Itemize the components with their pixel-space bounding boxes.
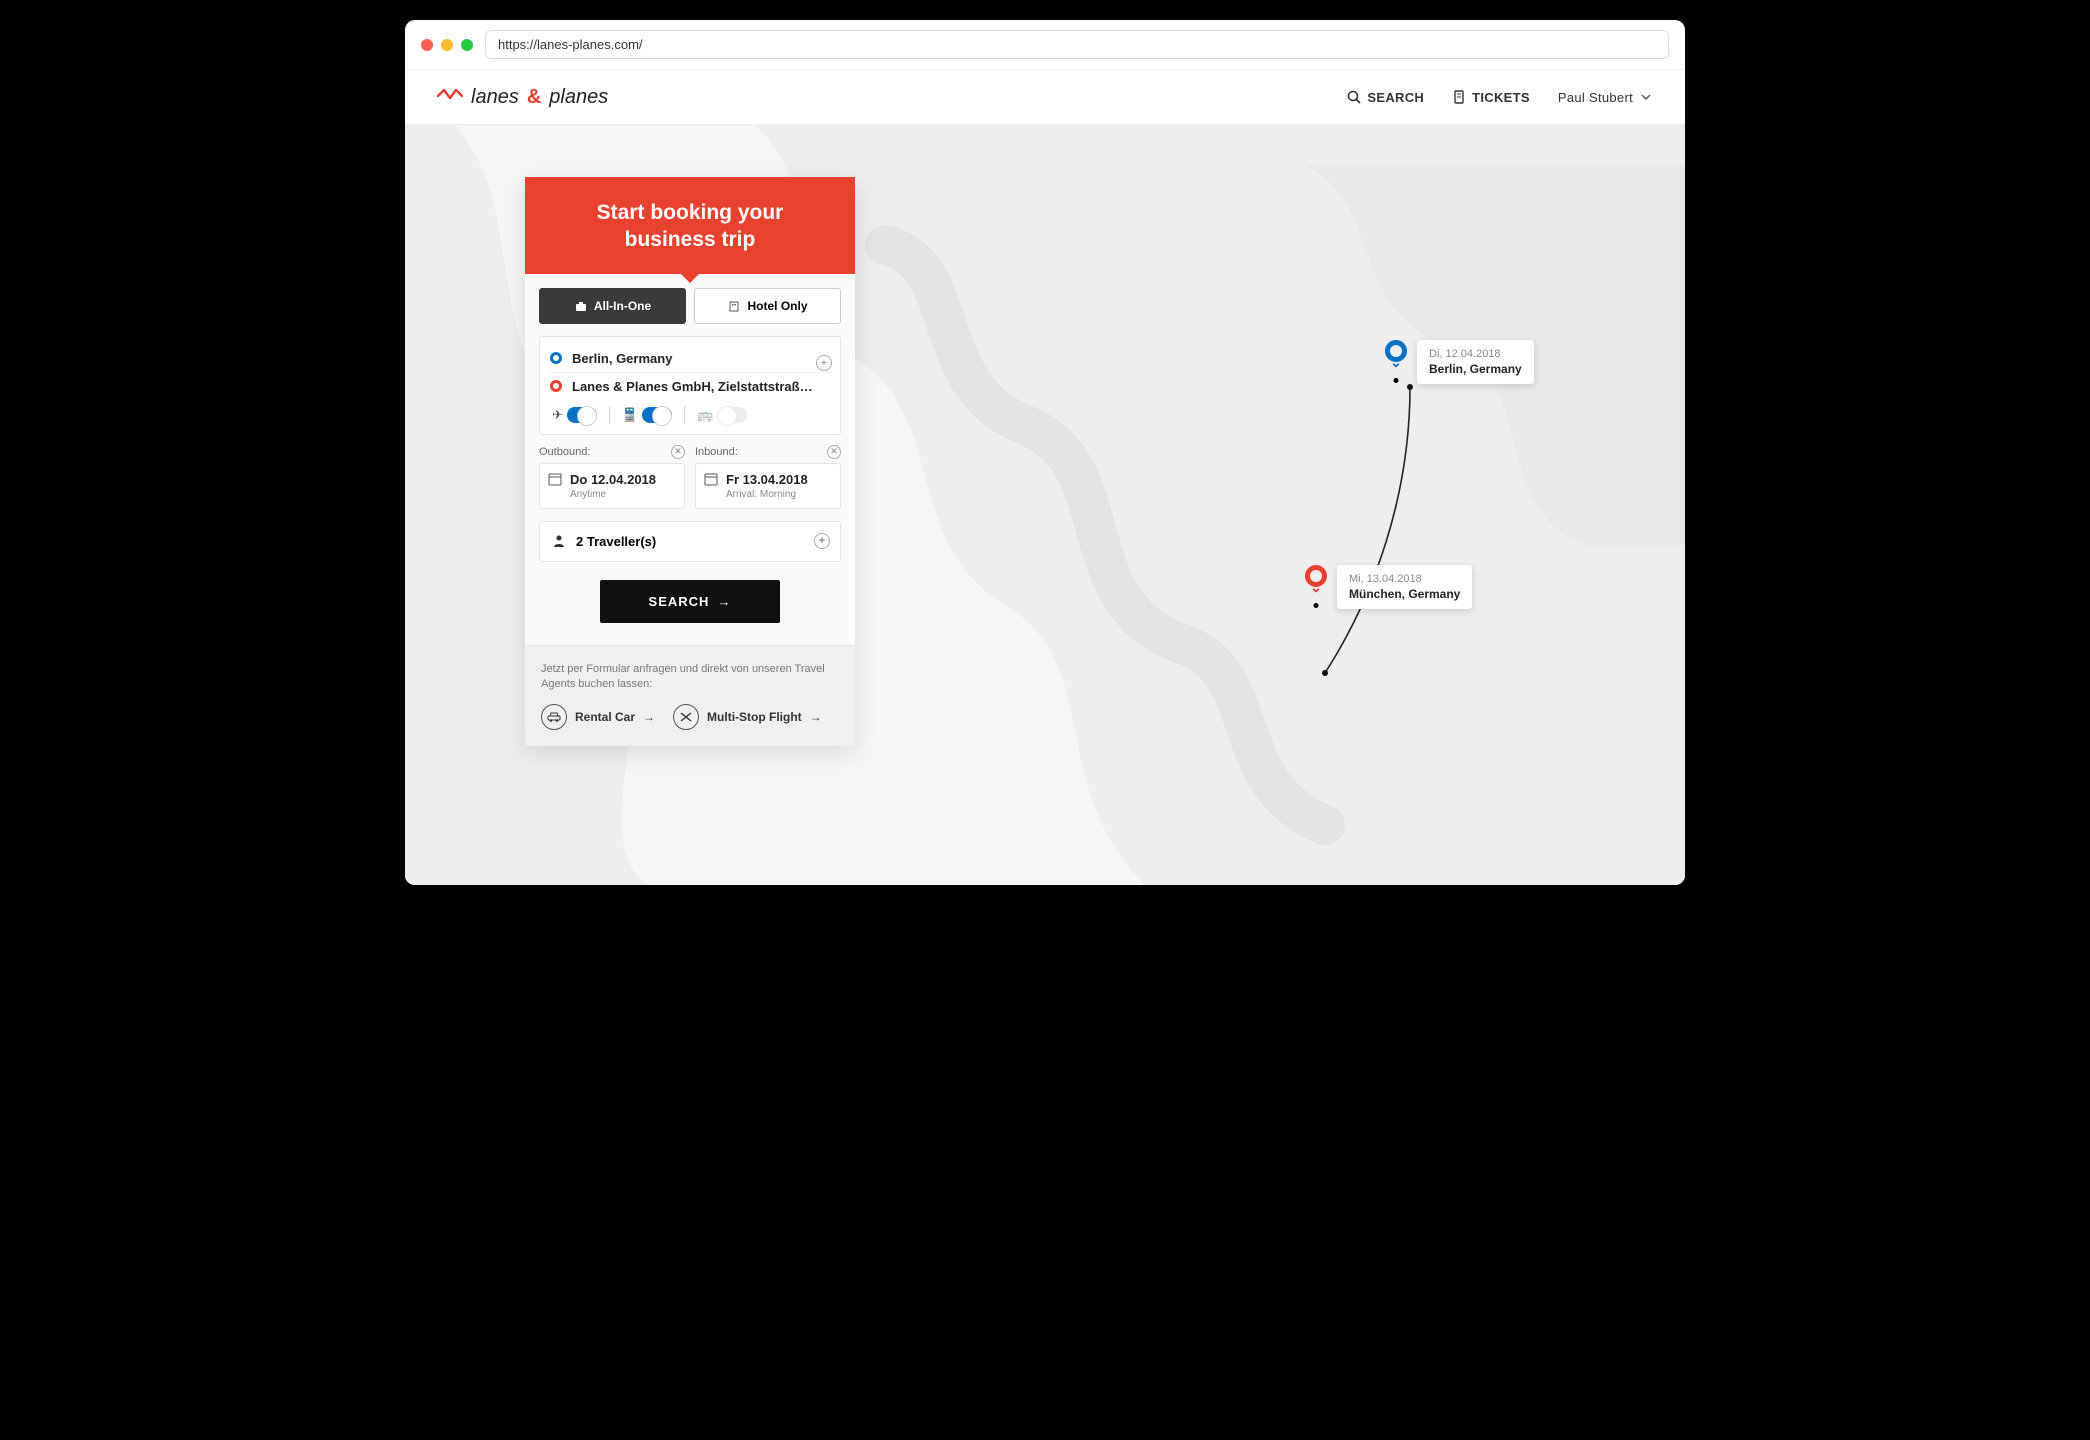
nav-tickets-label: TICKETS bbox=[1472, 90, 1530, 105]
calendar-icon bbox=[704, 472, 718, 486]
clear-inbound-button[interactable]: ✕ bbox=[827, 445, 841, 459]
card-title-line1: Start booking your bbox=[545, 199, 835, 226]
arrow-right-icon: → bbox=[810, 710, 822, 724]
outbound-column: Outbound: ✕ Do 12.04.2018 Anytime bbox=[539, 445, 685, 509]
travellers-input[interactable]: 2 Traveller(s) + bbox=[539, 521, 841, 562]
destination-dot-icon bbox=[550, 380, 562, 392]
multi-stop-icon bbox=[673, 704, 699, 730]
close-window-icon[interactable] bbox=[421, 39, 433, 51]
outbound-label: Outbound: bbox=[539, 446, 590, 458]
ticket-icon bbox=[1452, 90, 1466, 104]
card-title-line2: business trip bbox=[545, 226, 835, 253]
divider bbox=[684, 406, 685, 424]
person-icon bbox=[552, 534, 566, 548]
origin-dot-icon bbox=[550, 352, 562, 364]
car-icon bbox=[541, 704, 567, 730]
arrow-right-icon: → bbox=[717, 594, 731, 609]
transport-modes: ✈ 🚆 🚌 bbox=[550, 400, 830, 426]
logo-mark-icon bbox=[437, 84, 463, 110]
train-icon: 🚆 bbox=[622, 407, 638, 423]
origin-date: Di, 12.04.2018 bbox=[1429, 348, 1522, 360]
url-bar[interactable]: https://lanes-planes.com/ bbox=[485, 30, 1669, 59]
clear-outbound-button[interactable]: ✕ bbox=[671, 445, 685, 459]
nav-tickets[interactable]: TICKETS bbox=[1452, 90, 1530, 105]
destination-date: Mi, 13.04.2018 bbox=[1349, 573, 1460, 585]
divider bbox=[609, 406, 610, 424]
plane-toggle[interactable] bbox=[567, 407, 597, 423]
mode-train[interactable]: 🚆 bbox=[622, 407, 672, 423]
quick-links: Rental Car → Multi-Stop Flight → bbox=[541, 704, 839, 730]
tab-hotel-label: Hotel Only bbox=[747, 299, 807, 313]
browser-window: https://lanes-planes.com/ lanes & planes… bbox=[405, 20, 1685, 885]
brand-amp: & bbox=[527, 86, 541, 109]
header-nav: SEARCH TICKETS Paul Stubert bbox=[1347, 90, 1653, 105]
destination-value: Lanes & Planes GmbH, Zielstattstraß… bbox=[572, 379, 813, 394]
chevron-down-icon bbox=[1639, 90, 1653, 104]
arrow-right-icon: → bbox=[643, 710, 655, 724]
origin-city: Berlin, Germany bbox=[1429, 362, 1522, 376]
nav-search[interactable]: SEARCH bbox=[1347, 90, 1424, 105]
bus-icon: 🚌 bbox=[697, 407, 713, 423]
card-title: Start booking your business trip bbox=[525, 177, 855, 274]
origin-value: Berlin, Germany bbox=[572, 351, 672, 366]
tab-hotel-only[interactable]: Hotel Only bbox=[694, 288, 841, 324]
train-toggle[interactable] bbox=[642, 407, 672, 423]
footer-hint-text: Jetzt per Formular anfragen und direkt v… bbox=[541, 662, 839, 693]
inbound-date-input[interactable]: Fr 13.04.2018 Arrival: Morning bbox=[695, 463, 841, 509]
window-controls bbox=[421, 39, 473, 51]
travellers-value: 2 Traveller(s) bbox=[576, 534, 656, 549]
brand-text-b: planes bbox=[549, 86, 608, 109]
add-traveller-button[interactable]: + bbox=[814, 533, 830, 549]
outbound-date-input[interactable]: Do 12.04.2018 Anytime bbox=[539, 463, 685, 509]
bus-toggle[interactable] bbox=[717, 407, 747, 423]
mode-bus[interactable]: 🚌 bbox=[697, 407, 747, 423]
user-menu[interactable]: Paul Stubert bbox=[1558, 90, 1653, 105]
locations-box: + Berlin, Germany Lanes & Planes GmbH, Z… bbox=[539, 336, 841, 435]
inbound-column: Inbound: ✕ Fr 13.04.2018 Arrival: Mornin… bbox=[695, 445, 841, 509]
main-content: ⌄ Di, 12.04.2018 Berlin, Germany ⌄ Mi, 1… bbox=[405, 125, 1685, 885]
outbound-time: Anytime bbox=[570, 489, 656, 500]
rental-car-link[interactable]: Rental Car → bbox=[541, 704, 655, 730]
tab-all-label: All-In-One bbox=[594, 299, 651, 313]
inbound-date: Fr 13.04.2018 bbox=[726, 472, 808, 487]
brand-logo[interactable]: lanes & planes bbox=[437, 84, 608, 110]
browser-chrome: https://lanes-planes.com/ bbox=[405, 20, 1685, 70]
user-name: Paul Stubert bbox=[1558, 90, 1633, 105]
hotel-icon bbox=[727, 299, 741, 313]
app-header: lanes & planes SEARCH TICKETS Paul Stube… bbox=[405, 70, 1685, 125]
calendar-icon bbox=[548, 472, 562, 486]
rental-car-label: Rental Car bbox=[575, 710, 635, 724]
multi-stop-link[interactable]: Multi-Stop Flight → bbox=[673, 704, 822, 730]
plane-icon: ✈ bbox=[552, 407, 563, 423]
origin-tooltip: Di, 12.04.2018 Berlin, Germany bbox=[1417, 340, 1534, 384]
booking-tabs: All-In-One Hotel Only bbox=[539, 288, 841, 324]
brand-text-a: lanes bbox=[471, 86, 519, 109]
add-location-button[interactable]: + bbox=[816, 355, 832, 371]
dates-row: Outbound: ✕ Do 12.04.2018 Anytime bbox=[539, 445, 841, 509]
card-footer: Jetzt per Formular anfragen und direkt v… bbox=[525, 645, 855, 747]
map-marker-destination[interactable]: ⌄ Mi, 13.04.2018 München, Germany bbox=[1305, 565, 1472, 609]
search-button[interactable]: SEARCH → bbox=[600, 580, 780, 623]
origin-input[interactable]: Berlin, Germany bbox=[550, 345, 830, 372]
nav-search-label: SEARCH bbox=[1367, 90, 1424, 105]
destination-pin-icon: ⌄ bbox=[1305, 565, 1327, 587]
minimize-window-icon[interactable] bbox=[441, 39, 453, 51]
destination-city: München, Germany bbox=[1349, 587, 1460, 601]
origin-pin-icon: ⌄ bbox=[1385, 340, 1407, 362]
search-button-label: SEARCH bbox=[649, 594, 710, 609]
multi-stop-label: Multi-Stop Flight bbox=[707, 710, 802, 724]
outbound-date: Do 12.04.2018 bbox=[570, 472, 656, 487]
search-icon bbox=[1347, 90, 1361, 104]
mode-plane[interactable]: ✈ bbox=[552, 407, 597, 423]
destination-input[interactable]: Lanes & Planes GmbH, Zielstattstraß… bbox=[550, 372, 830, 400]
inbound-label: Inbound: bbox=[695, 446, 738, 458]
map-marker-origin[interactable]: ⌄ Di, 12.04.2018 Berlin, Germany bbox=[1385, 340, 1534, 384]
maximize-window-icon[interactable] bbox=[461, 39, 473, 51]
destination-tooltip: Mi, 13.04.2018 München, Germany bbox=[1337, 565, 1472, 609]
suitcase-icon bbox=[574, 299, 588, 313]
booking-card: Start booking your business trip All-In-… bbox=[525, 177, 855, 746]
tab-all-in-one[interactable]: All-In-One bbox=[539, 288, 686, 324]
inbound-time: Arrival: Morning bbox=[726, 489, 808, 500]
